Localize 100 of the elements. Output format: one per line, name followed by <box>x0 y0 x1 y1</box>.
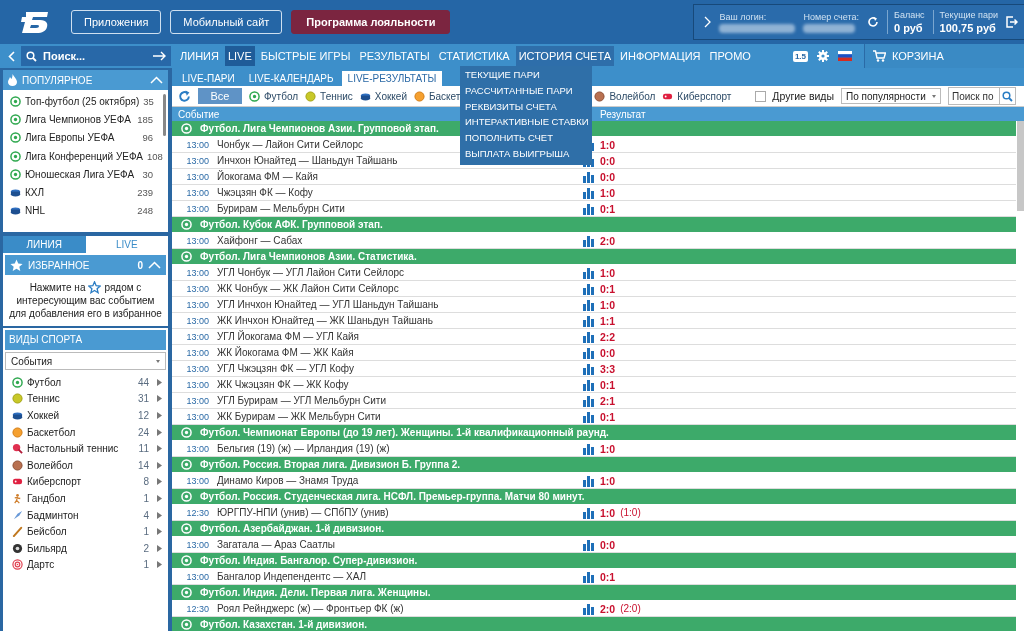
results-tab[interactable]: LIVE-ПАРИ <box>176 71 241 86</box>
menu-item[interactable]: ВЫПЛАТА ВЫИГРЫША <box>460 146 592 162</box>
sidebar-tab[interactable]: ЛИНИЯ <box>3 236 86 253</box>
statistics-icon[interactable] <box>583 266 594 279</box>
odds-format-badge[interactable]: 1.5 <box>792 50 808 62</box>
sport-item[interactable]: Баскетбол 24 <box>5 423 166 441</box>
statistics-icon[interactable] <box>583 538 594 551</box>
search-field[interactable]: Поиск... <box>21 46 171 66</box>
sport-item[interactable]: Бадминтон 4 <box>5 506 166 524</box>
match-time: 13:00 <box>185 411 209 422</box>
statistics-icon[interactable] <box>583 346 594 359</box>
paddle-icon <box>12 443 23 455</box>
nav-tab[interactable]: СТАТИСТИКА <box>435 46 513 66</box>
statistics-icon[interactable] <box>583 330 594 343</box>
nav-tab[interactable]: РЕЗУЛЬТАТЫ <box>356 46 433 66</box>
statistics-icon[interactable] <box>583 234 594 247</box>
statistics-icon[interactable] <box>583 298 594 311</box>
statistics-icon[interactable] <box>583 394 594 407</box>
statistics-icon[interactable] <box>583 314 594 327</box>
sport-filter[interactable]: Футбол <box>249 90 299 102</box>
arrow-right-icon[interactable] <box>153 51 166 61</box>
sport-item[interactable]: Футбол 44 <box>5 374 166 391</box>
popular-item[interactable]: КХЛ 239 <box>3 183 163 202</box>
statistics-icon[interactable] <box>583 282 594 295</box>
statistics-icon[interactable] <box>583 378 594 391</box>
sort-select[interactable]: По популярности <box>841 88 941 104</box>
logo-icon[interactable] <box>20 10 50 34</box>
flag-icon[interactable] <box>838 51 852 61</box>
popular-item[interactable]: Лига Конференций УЕФА 108 <box>3 146 163 166</box>
half-time-score: (1:0) <box>620 507 641 518</box>
match-teams: ЖК Бурирам — ЖК Мельбурн Сити <box>217 411 382 422</box>
sport-item[interactable]: Киберспорт 8 <box>5 473 166 491</box>
checkbox[interactable] <box>755 90 767 102</box>
nav-tab[interactable]: ЛИНИЯ <box>177 46 222 66</box>
header-button[interactable]: Мобильный сайт <box>170 10 283 34</box>
cart-button[interactable]: КОРЗИНА <box>864 44 1024 68</box>
sport-item[interactable]: Настольный теннис 11 <box>5 440 166 457</box>
statistics-icon[interactable] <box>583 410 594 423</box>
menu-item[interactable]: РАССЧИТАННЫЕ ПАРИ <box>460 82 592 99</box>
match-score: 0:0 <box>600 154 616 167</box>
statistics-icon[interactable] <box>583 170 594 183</box>
popular-item[interactable]: Юношеская Лига УЕФА 30 <box>3 165 163 184</box>
menu-item[interactable]: ТЕКУЩИЕ ПАРИ <box>460 67 592 83</box>
sport-filter[interactable]: Хоккей <box>359 90 407 102</box>
sport-item[interactable]: Бейсбол 1 <box>5 523 166 540</box>
refresh-icon[interactable] <box>178 89 191 103</box>
sport-item[interactable]: Теннис 31 <box>5 390 166 408</box>
chevron-left-icon[interactable] <box>8 50 15 62</box>
header-button[interactable]: Программа лояльности <box>291 10 451 34</box>
half-time-score: (2:0) <box>620 603 641 614</box>
scrollbar[interactable] <box>1017 121 1024 211</box>
sport-item[interactable]: Гандбол 1 <box>5 490 166 507</box>
sport-filter[interactable]: Баскет <box>414 90 461 102</box>
dropdown-icon <box>156 359 160 363</box>
chevron-up-icon[interactable] <box>150 76 163 84</box>
sport-filter[interactable]: Волейбол <box>594 90 656 102</box>
popular-item[interactable]: Топ-футбол (25 октября) 35 <box>3 92 163 111</box>
statistics-icon[interactable] <box>583 202 594 215</box>
menu-item[interactable]: ИНТЕРАКТИВНЫЕ СТАВКИ <box>460 114 592 131</box>
refresh-icon[interactable] <box>866 16 879 28</box>
nav-tab[interactable]: ИНФОРМАЦИЯ <box>617 46 704 66</box>
search-input[interactable]: Поиск... <box>41 49 149 63</box>
search-field[interactable]: Поиск по <box>948 87 1016 105</box>
sport-item[interactable]: Хоккей 12 <box>5 407 166 424</box>
sport-item[interactable]: Дартс 1 <box>5 556 166 574</box>
statistics-icon[interactable] <box>583 570 594 583</box>
nav-tab[interactable]: БЫСТРЫЕ ИГРЫ <box>257 46 354 66</box>
sport-item[interactable]: Волейбол 14 <box>5 456 166 474</box>
popular-item[interactable]: Лига Европы УЕФА 96 <box>3 128 163 147</box>
menu-item[interactable]: РЕКВИЗИТЫ СЧЕТА <box>460 98 592 115</box>
settings-icon[interactable] <box>817 50 829 62</box>
nav-tab[interactable]: ИСТОРИЯ СЧЕТА <box>515 46 615 66</box>
events-select[interactable]: События <box>5 352 166 370</box>
results-tab[interactable]: LIVE-РЕЗУЛЬТАТЫ <box>341 71 443 86</box>
dropdown-icon <box>932 94 936 98</box>
exit-icon[interactable] <box>1006 16 1018 28</box>
search-button[interactable] <box>999 88 1015 104</box>
sport-item[interactable]: Бильярд 2 <box>5 539 166 557</box>
statistics-icon[interactable] <box>583 602 594 615</box>
sport-filter[interactable]: Теннис <box>305 90 353 102</box>
statistics-icon[interactable] <box>583 474 594 487</box>
nav-tab[interactable]: ПРОМО <box>706 46 754 66</box>
popular-item[interactable]: Лига Чемпионов УЕФА 185 <box>3 110 163 129</box>
popular-item[interactable]: NHL 248 <box>3 201 163 221</box>
chevron-up-icon[interactable] <box>148 261 161 269</box>
sport-filter[interactable]: Киберспорт <box>662 90 732 102</box>
chevron-right-icon[interactable] <box>704 16 712 28</box>
puck-icon <box>12 410 23 421</box>
match-score: 1:0 <box>600 442 616 455</box>
statistics-icon[interactable] <box>583 442 594 455</box>
header-button[interactable]: Приложения <box>71 10 162 34</box>
sidebar-tab[interactable]: LIVE <box>85 236 168 253</box>
match-time: 12:30 <box>185 603 209 614</box>
scrollbar[interactable] <box>163 94 166 136</box>
statistics-icon[interactable] <box>583 506 594 519</box>
nav-tab[interactable]: LIVE <box>224 46 255 66</box>
statistics-icon[interactable] <box>583 362 594 375</box>
results-tab[interactable]: LIVE-КАЛЕНДАРЬ <box>242 71 340 86</box>
statistics-icon[interactable] <box>583 186 594 199</box>
menu-item[interactable]: ПОПОЛНИТЬ СЧЕТ <box>460 130 592 146</box>
